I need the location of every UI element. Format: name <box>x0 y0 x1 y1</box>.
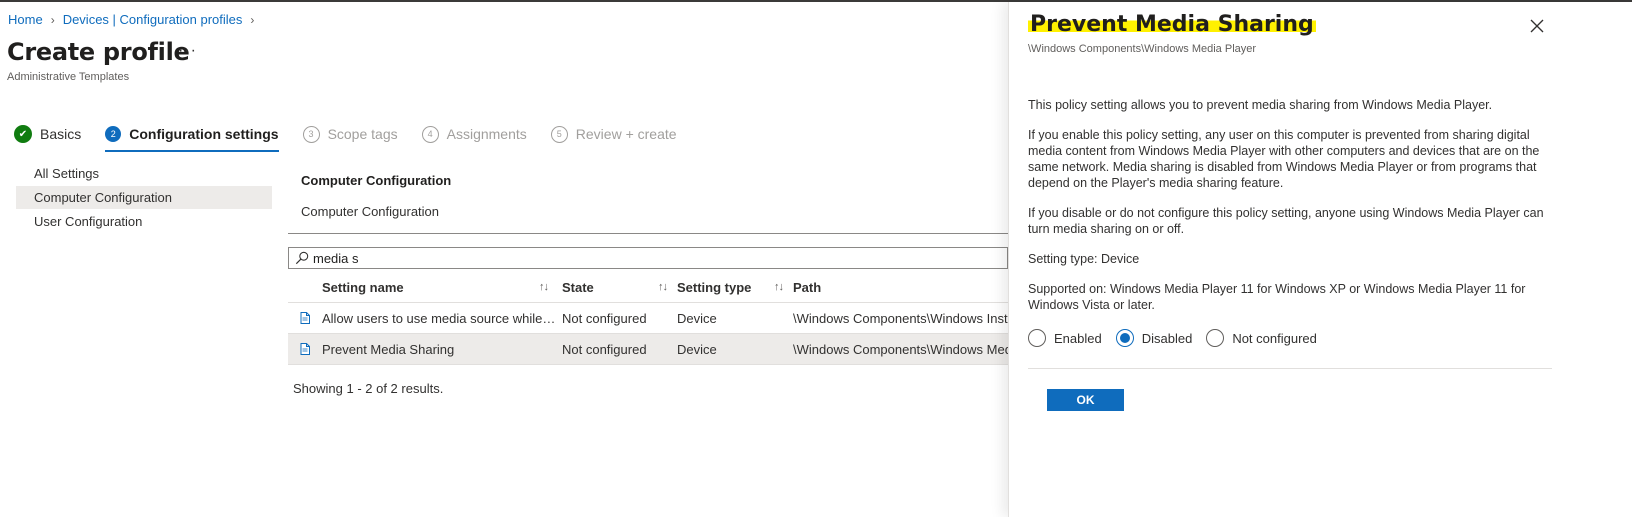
close-icon[interactable] <box>1527 16 1547 36</box>
radio-label: Disabled <box>1141 330 1193 346</box>
page-subtitle: Administrative Templates <box>7 71 130 83</box>
setting-type-text: Setting type: Device <box>1028 252 1140 266</box>
nav-item-all-settings[interactable]: All Settings <box>16 162 272 185</box>
document-icon <box>288 343 322 355</box>
radio-circle-icon <box>1206 329 1225 347</box>
cell-setting-name[interactable]: Prevent Media Sharing <box>322 342 562 357</box>
sort-icon[interactable]: ↑↓ <box>774 281 784 293</box>
panel-setting-path: \Windows Components\Windows Media Player <box>1028 43 1257 55</box>
table-row[interactable]: Prevent Media Sharing Not configured Dev… <box>288 334 1008 365</box>
step-review-create[interactable]: 5 Review + create <box>550 122 677 146</box>
cell-state: Not configured <box>562 341 647 357</box>
nav-item-computer-configuration[interactable]: Computer Configuration <box>16 186 272 209</box>
setting-detail-panel: Prevent Media Sharing \Windows Component… <box>1008 2 1632 517</box>
radio-circle-icon <box>1028 329 1046 347</box>
radio-disabled[interactable]: Disabled <box>1115 329 1193 347</box>
radio-not-configured[interactable]: Not configured <box>1206 329 1317 347</box>
section-title: Computer Configuration <box>301 173 452 188</box>
breadcrumb-home-link[interactable]: Home <box>8 12 43 27</box>
step-label: Review + create <box>575 126 677 142</box>
step-scope-tags[interactable]: 3 Scope tags <box>302 122 398 146</box>
ok-button[interactable]: OK <box>1047 389 1124 411</box>
cell-state: Not configured <box>562 310 647 326</box>
cell-path: \Windows Components\Windows Medi <box>793 341 1008 357</box>
page-title: Create profile <box>7 38 190 66</box>
table-header: Setting name ↑↓ State ↑↓ Setting type ↑↓… <box>288 272 1008 303</box>
step-label: Scope tags <box>327 126 398 142</box>
setting-name-text: Allow users to use media source while e.… <box>322 310 558 326</box>
column-label: State <box>562 279 594 295</box>
column-label: Path <box>793 279 822 295</box>
search-input[interactable] <box>313 250 993 266</box>
more-options-button[interactable]: ··· <box>178 42 197 60</box>
radio-enabled[interactable]: Enabled <box>1028 329 1102 347</box>
chevron-right-icon: › <box>50 12 55 27</box>
wizard-steps: ✔ Basics 2 Configuration settings 3 Scop… <box>14 122 701 152</box>
setting-name-text: Prevent Media Sharing <box>322 341 455 357</box>
sort-icon[interactable]: ↑↓ <box>539 281 549 293</box>
panel-title: Prevent Media Sharing <box>1028 12 1316 37</box>
divider <box>1028 368 1552 369</box>
radio-label: Enabled <box>1054 330 1102 346</box>
sort-icon[interactable]: ↑↓ <box>658 281 668 293</box>
step-assignments[interactable]: 4 Assignments <box>421 122 527 146</box>
radio-selected-icon <box>1115 329 1134 347</box>
column-header-setting-type[interactable]: Setting type ↑↓ <box>677 280 793 295</box>
step-label: Basics <box>40 126 82 142</box>
step-label: Assignments <box>446 126 527 142</box>
supported-on-text: Supported on: Windows Media Player 11 fo… <box>1028 282 1526 312</box>
description-paragraph: This policy setting allows you to preven… <box>1028 98 1493 112</box>
column-header-state[interactable]: State ↑↓ <box>562 280 677 295</box>
section-subtitle: Computer Configuration <box>301 204 440 219</box>
description-paragraph: If you enable this policy setting, any u… <box>1028 128 1540 190</box>
cell-setting-type: Device <box>677 310 717 326</box>
cell-setting-type: Device <box>677 341 717 357</box>
radio-label: Not configured <box>1232 330 1317 346</box>
nav-item-user-configuration[interactable]: User Configuration <box>16 210 272 233</box>
step-number-badge: 3 <box>302 125 320 143</box>
document-icon <box>288 312 322 324</box>
column-header-setting-name[interactable]: Setting name ↑↓ <box>322 280 562 295</box>
breadcrumb-configuration-profiles-link[interactable]: Devices | Configuration profiles <box>63 12 243 27</box>
step-label: Configuration settings <box>129 126 279 142</box>
step-number-badge: 4 <box>421 125 439 143</box>
results-count: Showing 1 - 2 of 2 results. <box>293 381 444 396</box>
checkmark-icon: ✔ <box>14 125 32 143</box>
column-header-path[interactable]: Path <box>793 280 1008 295</box>
settings-table: Setting name ↑↓ State ↑↓ Setting type ↑↓… <box>288 272 1008 365</box>
table-row[interactable]: Allow users to use media source while e.… <box>288 303 1008 334</box>
step-configuration-settings[interactable]: 2 Configuration settings <box>105 122 279 152</box>
cell-setting-name[interactable]: Allow users to use media source while e.… <box>322 311 562 326</box>
search-icon <box>295 251 309 265</box>
cell-path: \Windows Components\Windows Insta <box>793 310 1008 326</box>
step-number-badge: 5 <box>550 125 568 143</box>
step-number-badge: 2 <box>105 126 122 142</box>
settings-tree: All Settings Computer Configuration User… <box>16 162 272 234</box>
column-label: Setting name <box>322 279 404 295</box>
search-box <box>288 247 1008 269</box>
step-basics[interactable]: ✔ Basics <box>14 122 81 146</box>
description-paragraph: If you disable or do not configure this … <box>1028 206 1544 236</box>
breadcrumb: Home › Devices | Configuration profiles … <box>8 12 262 27</box>
panel-description: This policy setting allows you to preven… <box>1028 97 1558 327</box>
divider <box>288 233 1008 234</box>
setting-state-radio-group: Enabled Disabled Not configured <box>1028 329 1331 347</box>
column-label: Setting type <box>677 279 752 295</box>
chevron-right-icon: › <box>250 12 255 27</box>
